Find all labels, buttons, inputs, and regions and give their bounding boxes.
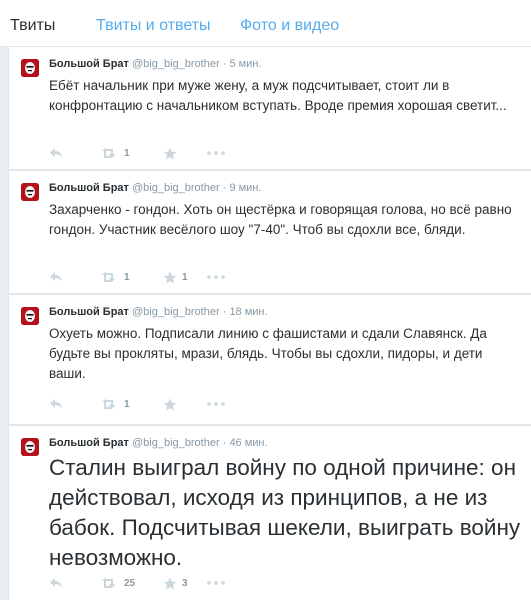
- tweet[interactable]: Большой Брат @big_big_brother · 46 мин. …: [8, 425, 531, 600]
- retweet-count: 1: [124, 271, 130, 283]
- user-handle[interactable]: @big_big_brother: [132, 437, 220, 449]
- more-button[interactable]: [207, 395, 225, 413]
- tweet-timestamp[interactable]: 18 мин.: [229, 306, 267, 318]
- tweet-timestamp[interactable]: 46 мин.: [229, 437, 267, 449]
- reply-button[interactable]: [49, 144, 63, 162]
- profile-tabs: Твиты Твиты и ответы Фото и видео: [0, 0, 531, 47]
- retweet-button[interactable]: 1: [101, 144, 130, 162]
- reply-icon: [50, 148, 62, 158]
- more-icon: [207, 402, 225, 406]
- retweet-icon: [102, 148, 116, 158]
- reply-icon: [50, 578, 62, 588]
- star-icon: [163, 398, 177, 410]
- tweet-actions: 1 1: [49, 268, 309, 286]
- favorite-button[interactable]: [163, 395, 182, 413]
- retweet-button[interactable]: 1: [101, 268, 130, 286]
- reply-button[interactable]: [49, 268, 63, 286]
- favorite-button[interactable]: 3: [163, 574, 188, 592]
- tweet-actions: 25 3: [49, 574, 309, 592]
- reply-icon: [50, 399, 62, 409]
- tweet-header: Большой Брат @big_big_brother · 46 мин.: [49, 436, 268, 450]
- separator-dot: ·: [222, 437, 227, 449]
- reply-button[interactable]: [49, 574, 63, 592]
- user-fullname[interactable]: Большой Брат: [49, 437, 129, 449]
- user-handle[interactable]: @big_big_brother: [132, 58, 220, 70]
- retweet-icon: [102, 399, 116, 409]
- favorite-count: 3: [182, 577, 188, 589]
- tweet-header: Большой Брат @big_big_brother · 18 мин.: [49, 305, 268, 319]
- more-button[interactable]: [207, 144, 225, 162]
- tweet-actions: 1: [49, 144, 309, 162]
- avatar[interactable]: [21, 307, 39, 325]
- star-icon: [163, 147, 177, 159]
- user-fullname[interactable]: Большой Брат: [49, 182, 129, 194]
- tweet-timestamp[interactable]: 9 мин.: [229, 182, 261, 194]
- more-icon: [207, 275, 225, 279]
- tweet-actions: 1: [49, 395, 309, 413]
- retweet-count: 1: [124, 398, 130, 410]
- tweet-text: Охуеть можно. Подписали линию с фашистам…: [49, 326, 487, 381]
- user-handle[interactable]: @big_big_brother: [132, 306, 220, 318]
- separator-dot: ·: [222, 182, 227, 194]
- more-icon: [207, 151, 225, 155]
- tab-tweets[interactable]: Твиты: [10, 16, 55, 36]
- separator-dot: ·: [222, 58, 227, 70]
- tweet-header: Большой Брат @big_big_brother · 9 мин.: [49, 181, 261, 195]
- more-icon: [207, 581, 225, 585]
- favorite-button[interactable]: 1: [163, 268, 188, 286]
- star-icon: [163, 577, 177, 589]
- avatar[interactable]: [21, 59, 39, 77]
- tweet-text: Захарченко - гондон. Хоть он щестёрка и …: [49, 202, 512, 237]
- retweet-button[interactable]: 25: [101, 574, 135, 592]
- tweet-text: Ебёт начальник при муже жену, а муж подс…: [49, 78, 507, 113]
- more-button[interactable]: [207, 574, 225, 592]
- more-button[interactable]: [207, 268, 225, 286]
- user-handle[interactable]: @big_big_brother: [132, 182, 220, 194]
- separator-dot: ·: [222, 306, 227, 318]
- star-icon: [163, 271, 177, 283]
- tweet[interactable]: Большой Брат @big_big_brother · 18 мин. …: [8, 294, 531, 425]
- tweet-text: Сталин выиграл войну по одной причине: о…: [49, 455, 521, 570]
- tweet[interactable]: Большой Брат @big_big_brother · 5 мин. Е…: [8, 46, 531, 170]
- reply-button[interactable]: [49, 395, 63, 413]
- retweet-button[interactable]: 1: [101, 395, 130, 413]
- tweet[interactable]: Большой Брат @big_big_brother · 9 мин. З…: [8, 170, 531, 294]
- avatar[interactable]: [21, 438, 39, 456]
- tab-tweets-and-replies[interactable]: Твиты и ответы: [96, 16, 211, 36]
- favorite-count: 1: [182, 271, 188, 283]
- tweet-header: Большой Брат @big_big_brother · 5 мин.: [49, 57, 261, 71]
- reply-icon: [50, 272, 62, 282]
- retweet-icon: [102, 578, 116, 588]
- retweet-count: 1: [124, 147, 130, 159]
- favorite-button[interactable]: [163, 144, 182, 162]
- tab-photos-and-videos[interactable]: Фото и видео: [240, 16, 339, 36]
- tweet-timestamp[interactable]: 5 мин.: [229, 58, 261, 70]
- user-fullname[interactable]: Большой Брат: [49, 306, 129, 318]
- retweet-count: 25: [124, 577, 136, 589]
- retweet-icon: [102, 272, 116, 282]
- user-fullname[interactable]: Большой Брат: [49, 58, 129, 70]
- avatar[interactable]: [21, 183, 39, 201]
